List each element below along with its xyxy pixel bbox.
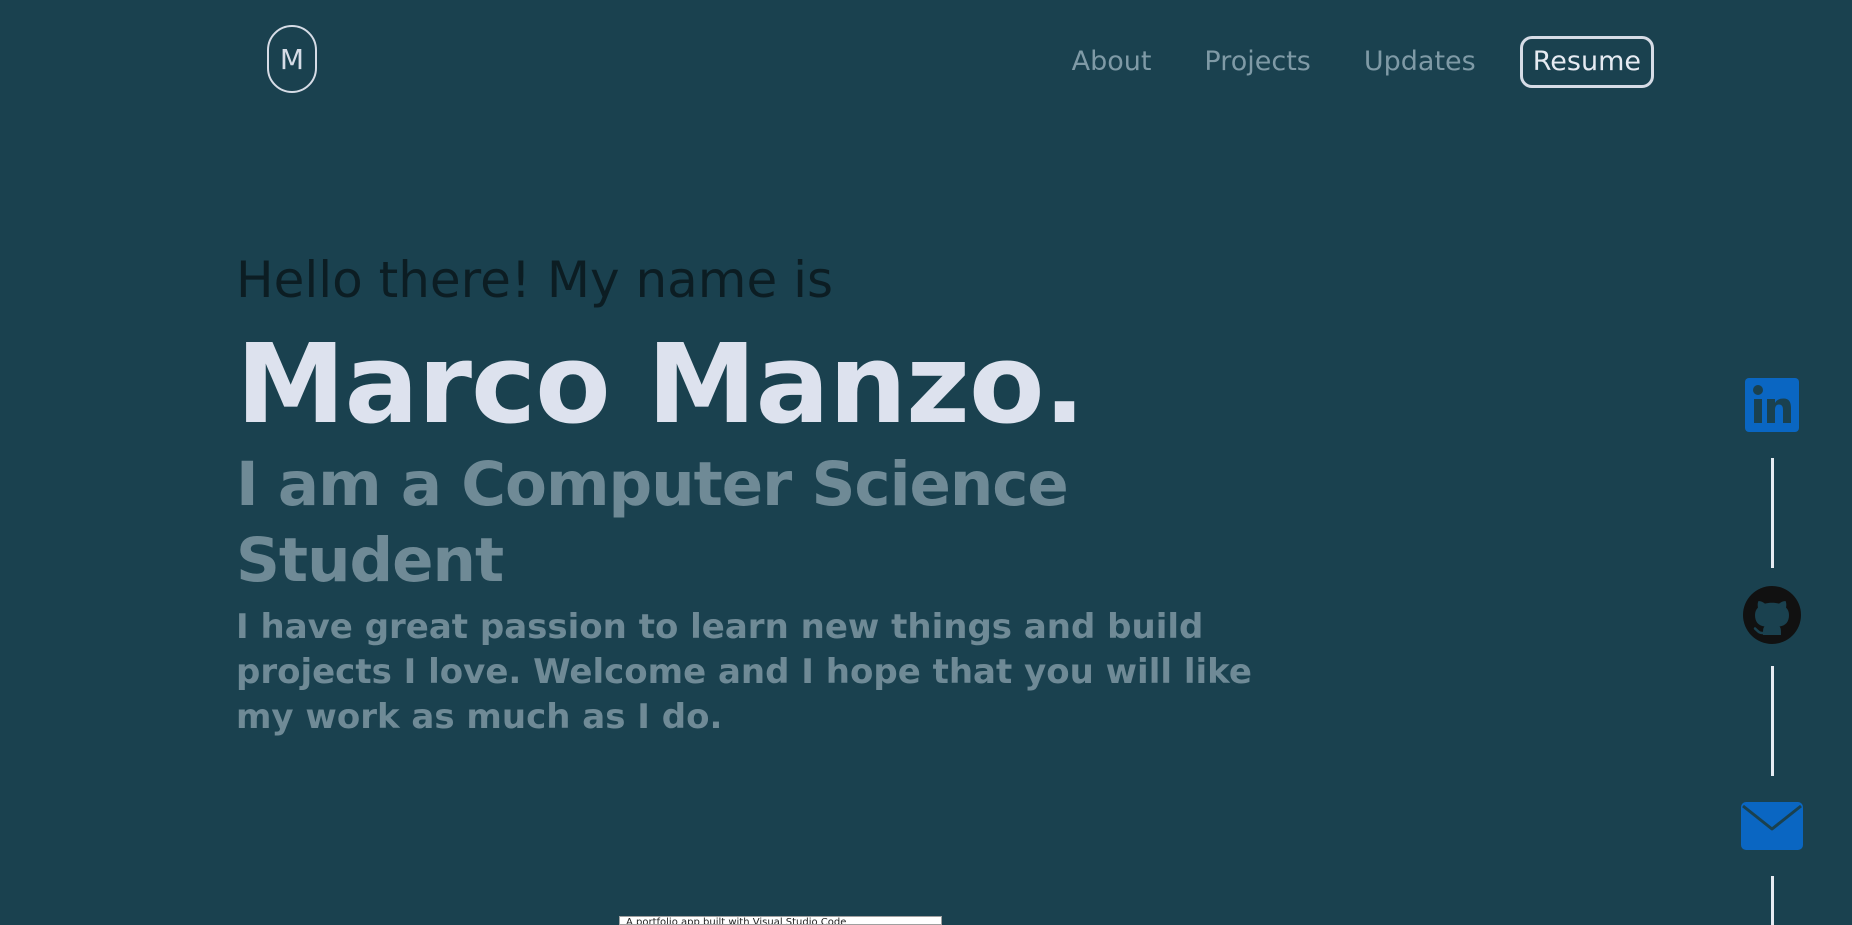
- nav-updates-link[interactable]: Updates: [1364, 37, 1476, 87]
- bottom-tooltip: A portfolio app built with Visual Studio…: [619, 916, 942, 925]
- logo-button[interactable]: M: [267, 25, 317, 93]
- github-icon: [1743, 586, 1801, 644]
- top-nav: About Projects Updates Resume: [1072, 36, 1654, 88]
- nav-projects-link[interactable]: Projects: [1204, 37, 1310, 87]
- github-link[interactable]: [1740, 586, 1804, 644]
- rail-divider: [1771, 876, 1774, 925]
- rail-divider: [1771, 666, 1774, 776]
- email-link[interactable]: [1740, 802, 1804, 850]
- hero-section: Hello there! My name is Marco Manzo. I a…: [236, 245, 1266, 740]
- portfolio-page: M About Projects Updates Resume Hello th…: [0, 0, 1852, 925]
- linkedin-icon: [1745, 378, 1799, 432]
- hero-role: I am a Computer Science Student: [236, 449, 1069, 596]
- logo-letter: M: [279, 42, 305, 76]
- linkedin-link[interactable]: [1740, 378, 1804, 432]
- hero-description: I have great passion to learn new things…: [236, 607, 1252, 737]
- hero-name: Marco Manzo.: [236, 320, 1085, 448]
- resume-button[interactable]: Resume: [1519, 36, 1654, 88]
- hero-greeting: Hello there! My name is: [236, 251, 834, 309]
- rail-divider: [1771, 458, 1774, 568]
- nav-about-link[interactable]: About: [1072, 37, 1152, 87]
- email-icon: [1741, 802, 1803, 850]
- tooltip-text: A portfolio app built with Visual Studio…: [626, 917, 847, 925]
